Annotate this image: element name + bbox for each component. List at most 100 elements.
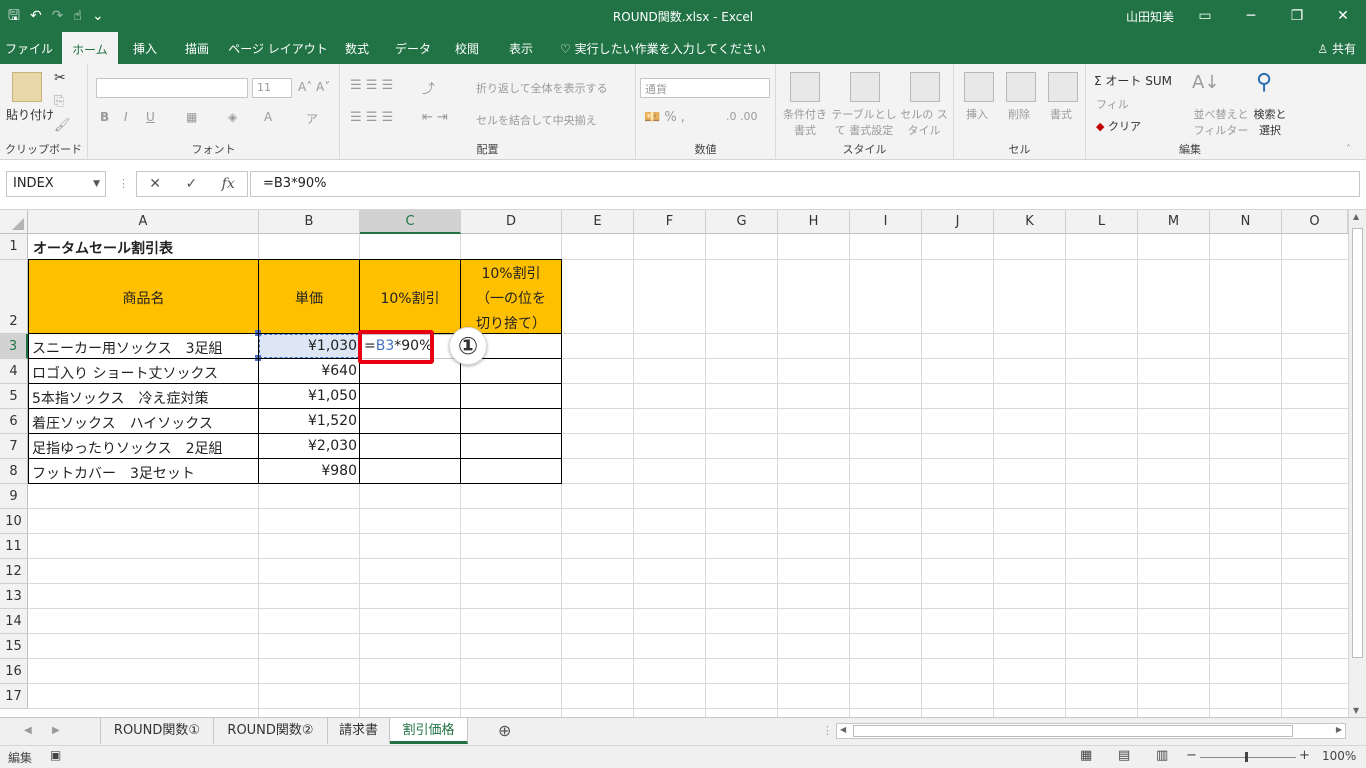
collapse-ribbon-icon[interactable]: ˄: [1346, 144, 1351, 155]
clear-button[interactable]: ◆ クリア: [1096, 118, 1141, 134]
font-size-combo[interactable]: 11: [252, 78, 292, 98]
row-header[interactable]: 6: [0, 409, 28, 434]
column-header[interactable]: E: [562, 210, 634, 234]
row-header[interactable]: 10: [0, 509, 28, 534]
tab-data[interactable]: データ: [388, 32, 438, 64]
vertical-scroll-thumb[interactable]: [1352, 228, 1363, 658]
close-icon[interactable]: ✕: [1320, 0, 1366, 32]
row-header[interactable]: 17: [0, 684, 28, 709]
tell-me-search[interactable]: ♡ 実行したい作業を入力してください: [560, 32, 766, 66]
borders-icon[interactable]: ▦: [186, 110, 197, 124]
row-header[interactable]: 9: [0, 484, 28, 509]
share-button[interactable]: ♙ 共有: [1317, 32, 1356, 66]
row-header[interactable]: 13: [0, 584, 28, 609]
conditional-format-button[interactable]: 条件付き 書式: [780, 106, 830, 138]
minimize-icon[interactable]: ─: [1228, 0, 1274, 32]
cut-icon[interactable]: ✂: [54, 70, 66, 86]
align-top-icon[interactable]: ☰ ☰ ☰: [350, 78, 393, 93]
column-header[interactable]: K: [994, 210, 1066, 234]
tab-home[interactable]: ホーム: [62, 32, 118, 64]
prev-sheet-icon[interactable]: ◀: [24, 725, 32, 736]
name-box[interactable]: INDEX ▼: [6, 171, 106, 197]
table-row-product[interactable]: スニーカー用ソックス 3足組: [32, 338, 223, 358]
row-header[interactable]: 15: [0, 634, 28, 659]
zoom-out-icon[interactable]: −: [1186, 748, 1197, 763]
delete-button[interactable]: 削除: [1008, 106, 1030, 122]
cancel-entry-icon[interactable]: ✕: [149, 176, 161, 192]
scroll-left-icon[interactable]: ◀: [840, 725, 846, 734]
table-row-price[interactable]: ¥1,520: [259, 413, 357, 429]
table-row-product[interactable]: 着圧ソックス ハイソックス: [32, 413, 213, 433]
find-icon[interactable]: ⚲: [1256, 70, 1272, 95]
tab-split-grip-icon[interactable]: ⋮: [822, 724, 833, 737]
header-10pct-discount[interactable]: 10%割引: [360, 288, 460, 308]
sheet-tab[interactable]: ROUND関数②: [214, 718, 328, 744]
column-header[interactable]: B: [259, 210, 360, 234]
paste-button[interactable]: 貼り付け: [6, 106, 54, 123]
row-header[interactable]: 14: [0, 609, 28, 634]
scroll-right-icon[interactable]: ▶: [1336, 725, 1342, 734]
phonetic-icon[interactable]: ア: [306, 110, 318, 127]
row-header[interactable]: 4: [0, 359, 28, 384]
zoom-slider-thumb[interactable]: [1245, 752, 1248, 762]
column-header[interactable]: O: [1282, 210, 1348, 234]
normal-view-icon[interactable]: ▦: [1080, 748, 1092, 763]
row-header[interactable]: 16: [0, 659, 28, 684]
table-row-price[interactable]: ¥2,030: [259, 438, 357, 454]
format-as-table-icon[interactable]: [850, 72, 880, 102]
format-painter-icon[interactable]: 🖌: [54, 118, 71, 133]
sheet-title[interactable]: オータムセール割引表: [33, 238, 173, 258]
row-header[interactable]: 5: [0, 384, 28, 409]
paste-icon[interactable]: [12, 72, 42, 102]
formula-input[interactable]: =B3*90%: [250, 171, 1360, 197]
sort-filter-icon[interactable]: A↓: [1192, 72, 1219, 93]
font-color-icon[interactable]: A: [264, 110, 272, 124]
autosum-button[interactable]: Σ オート SUM: [1094, 72, 1172, 89]
fill-button[interactable]: フィル: [1096, 96, 1129, 112]
column-header[interactable]: L: [1066, 210, 1138, 234]
column-header[interactable]: G: [706, 210, 778, 234]
sort-filter-button[interactable]: 並べ替えと フィルター: [1188, 106, 1254, 138]
restore-icon[interactable]: ❐: [1274, 0, 1320, 32]
orientation-icon[interactable]: ⤴: [422, 78, 435, 97]
select-all-corner[interactable]: [0, 210, 28, 234]
horizontal-scroll-thumb[interactable]: [853, 725, 1293, 737]
cell-styles-button[interactable]: セルの スタイル: [898, 106, 950, 138]
copy-icon[interactable]: ⎘: [54, 94, 64, 109]
add-sheet-icon[interactable]: ⊕: [498, 721, 511, 740]
header-discount-floor-line1[interactable]: 10%割引: [461, 263, 561, 283]
column-header[interactable]: F: [634, 210, 706, 234]
tab-insert[interactable]: 挿入: [122, 32, 168, 64]
fill-color-icon[interactable]: ◈: [228, 110, 237, 124]
table-row-price[interactable]: ¥1,030: [259, 338, 357, 354]
chevron-down-icon[interactable]: ▼: [93, 172, 100, 196]
table-row-product[interactable]: フットカバー 3足セット: [32, 463, 195, 483]
header-product-name[interactable]: 商品名: [28, 288, 259, 308]
next-sheet-icon[interactable]: ▶: [52, 725, 60, 736]
font-name-combo[interactable]: [96, 78, 248, 98]
table-row-product[interactable]: 5本指ソックス 冷え症対策: [32, 388, 209, 408]
table-row-price[interactable]: ¥1,050: [259, 388, 357, 404]
insert-button[interactable]: 挿入: [966, 106, 988, 122]
align-left-icon[interactable]: ☰ ☰ ☰: [350, 110, 393, 125]
column-header[interactable]: J: [922, 210, 994, 234]
wrap-text-button[interactable]: 折り返して全体を表示する: [476, 80, 608, 96]
number-format-combo[interactable]: 通貨: [640, 78, 770, 98]
zoom-in-icon[interactable]: +: [1299, 748, 1310, 763]
horizontal-scrollbar[interactable]: ◀ ▶: [836, 723, 1346, 739]
table-row-product[interactable]: ロゴ入り ショート丈ソックス: [32, 363, 218, 383]
delete-cells-icon[interactable]: [1006, 72, 1036, 102]
decimal-icon[interactable]: .0 .00: [726, 110, 758, 123]
page-break-view-icon[interactable]: ▥: [1156, 748, 1168, 763]
confirm-entry-icon[interactable]: ✓: [185, 176, 197, 192]
indent-icon[interactable]: ⇤ ⇥: [422, 110, 448, 125]
row-header[interactable]: 2: [0, 260, 28, 334]
ribbon-display-options-icon[interactable]: ▭: [1182, 0, 1228, 32]
header-unit-price[interactable]: 単価: [259, 288, 359, 308]
sheet-tab[interactable]: ROUND関数①: [100, 718, 214, 744]
user-name[interactable]: 山田知美: [1126, 8, 1174, 25]
row-header[interactable]: 12: [0, 559, 28, 584]
format-cells-icon[interactable]: [1048, 72, 1078, 102]
tab-review[interactable]: 校閲: [444, 32, 490, 64]
column-header[interactable]: M: [1138, 210, 1210, 234]
